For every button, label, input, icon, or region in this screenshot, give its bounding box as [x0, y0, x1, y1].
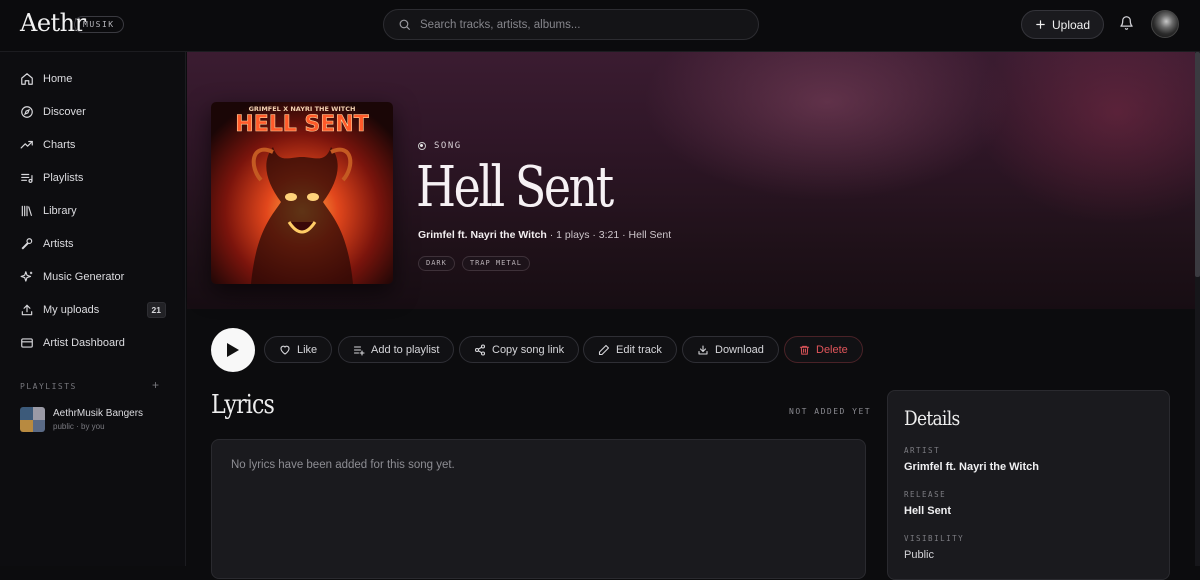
play-icon [227, 343, 239, 357]
detail-release-value[interactable]: Hell Sent [904, 505, 951, 517]
upload-label: Upload [1051, 17, 1091, 32]
cover-title-text: HELL SENT [235, 112, 368, 137]
sidebar-item-label: Discover [43, 106, 86, 118]
sidebar-item-label: Playlists [43, 172, 84, 184]
playlist-item[interactable]: AethrMusik Bangers public · by you [20, 407, 170, 433]
sidebar-item-label: Music Generator [43, 271, 125, 283]
home-icon [21, 73, 33, 85]
playlist-thumbnail [20, 407, 45, 432]
sidebar: Home Discover Charts Playlists Library A… [0, 52, 186, 566]
copy-song-link-button[interactable]: Copy song link [459, 336, 580, 363]
sidebar-item-music-generator[interactable]: Music Generator [20, 267, 166, 287]
sidebar-item-discover[interactable]: Discover [20, 102, 166, 122]
lyrics-status: NOT ADDED YET [789, 407, 872, 416]
sidebar-item-library[interactable]: Library [20, 201, 166, 221]
sidebar-item-label: Artist Dashboard [43, 337, 125, 349]
sidebar-item-my-uploads[interactable]: My uploads 21 [20, 300, 166, 320]
tag-trap-metal[interactable]: TRAP METAL [461, 256, 531, 271]
search-input[interactable] [420, 10, 750, 39]
heart-icon [280, 345, 290, 355]
add-to-playlist-button[interactable]: Add to playlist [338, 336, 455, 363]
upload-button[interactable]: Upload [1021, 10, 1104, 39]
details-heading: Details [904, 406, 960, 430]
list-plus-icon [353, 345, 365, 356]
playlist-subtitle: public · by you [53, 422, 105, 431]
playlist-name: AethrMusik Bangers [53, 408, 144, 419]
top-bar: Aethr MUSIK Upload [0, 0, 1200, 52]
song-meta: Grimfel ft. Nayri the Witch · 1 plays · … [418, 229, 671, 241]
lyrics-empty-message: No lyrics have been added for this song … [231, 459, 455, 471]
plus-icon [1036, 20, 1045, 29]
avatar[interactable] [1151, 10, 1179, 38]
dashboard-icon [21, 338, 33, 348]
song-dot-icon [418, 142, 426, 150]
scrollbar-thumb[interactable] [1195, 52, 1200, 277]
sidebar-item-charts[interactable]: Charts [20, 135, 166, 155]
sidebar-item-playlists[interactable]: Playlists [20, 168, 166, 188]
sidebar-item-artist-dashboard[interactable]: Artist Dashboard [20, 333, 166, 353]
sidebar-item-label: Artists [43, 238, 74, 250]
genre-tags: DARK TRAP METAL [418, 256, 531, 271]
search-icon [399, 19, 410, 30]
sidebar-item-label: Home [43, 73, 73, 85]
like-button[interactable]: Like [264, 336, 333, 363]
logo-badge: MUSIK [74, 16, 124, 33]
add-playlist-button[interactable]: + [152, 378, 159, 392]
song-type-label: SONG [418, 141, 462, 151]
edit-track-button[interactable]: Edit track [583, 336, 677, 363]
song-title: Hell Sent [416, 155, 614, 220]
pencil-icon [598, 344, 610, 355]
sidebar-item-label: My uploads [43, 304, 100, 316]
sidebar-item-label: Library [43, 205, 77, 217]
share-icon [474, 343, 486, 356]
download-icon [698, 344, 708, 355]
playlists-header: PLAYLISTS [20, 382, 77, 391]
library-icon [21, 205, 32, 217]
detail-visibility-label: VISIBILITY [904, 534, 965, 543]
list-music-icon [21, 173, 33, 183]
album-cover: GRIMFEL X NAYRI THE WITCH HELL SENT [211, 102, 393, 284]
details-panel: Details ARTIST Grimfel ft. Nayri the Wit… [887, 390, 1170, 580]
search-bar[interactable] [383, 9, 759, 40]
upload-icon [21, 304, 33, 316]
detail-artist-value[interactable]: Grimfel ft. Nayri the Witch [904, 461, 1039, 473]
mic-icon [21, 238, 33, 250]
compass-icon [21, 106, 33, 118]
download-button[interactable]: Download [682, 336, 779, 363]
play-button[interactable] [211, 328, 255, 372]
lyrics-panel: No lyrics have been added for this song … [211, 439, 866, 579]
lyrics-heading: Lyrics [211, 390, 275, 420]
detail-release-label: RELEASE [904, 490, 947, 499]
sidebar-item-artists[interactable]: Artists [20, 234, 166, 254]
tag-dark[interactable]: DARK [418, 256, 455, 271]
detail-visibility-value: Public [904, 549, 934, 561]
sidebar-item-home[interactable]: Home [20, 69, 166, 89]
sparkles-icon [20, 271, 33, 282]
delete-button[interactable]: Delete [784, 336, 863, 363]
trash-icon [799, 345, 810, 355]
bell-icon[interactable] [1119, 15, 1134, 31]
song-artist-link[interactable]: Grimfel ft. Nayri the Witch [418, 229, 547, 241]
trending-icon [20, 140, 33, 149]
song-meta-details: · 1 plays · 3:21 · Hell Sent [546, 229, 672, 241]
uploads-count-badge: 21 [146, 302, 166, 318]
sidebar-item-label: Charts [43, 139, 76, 151]
detail-artist-label: ARTIST [904, 446, 941, 455]
